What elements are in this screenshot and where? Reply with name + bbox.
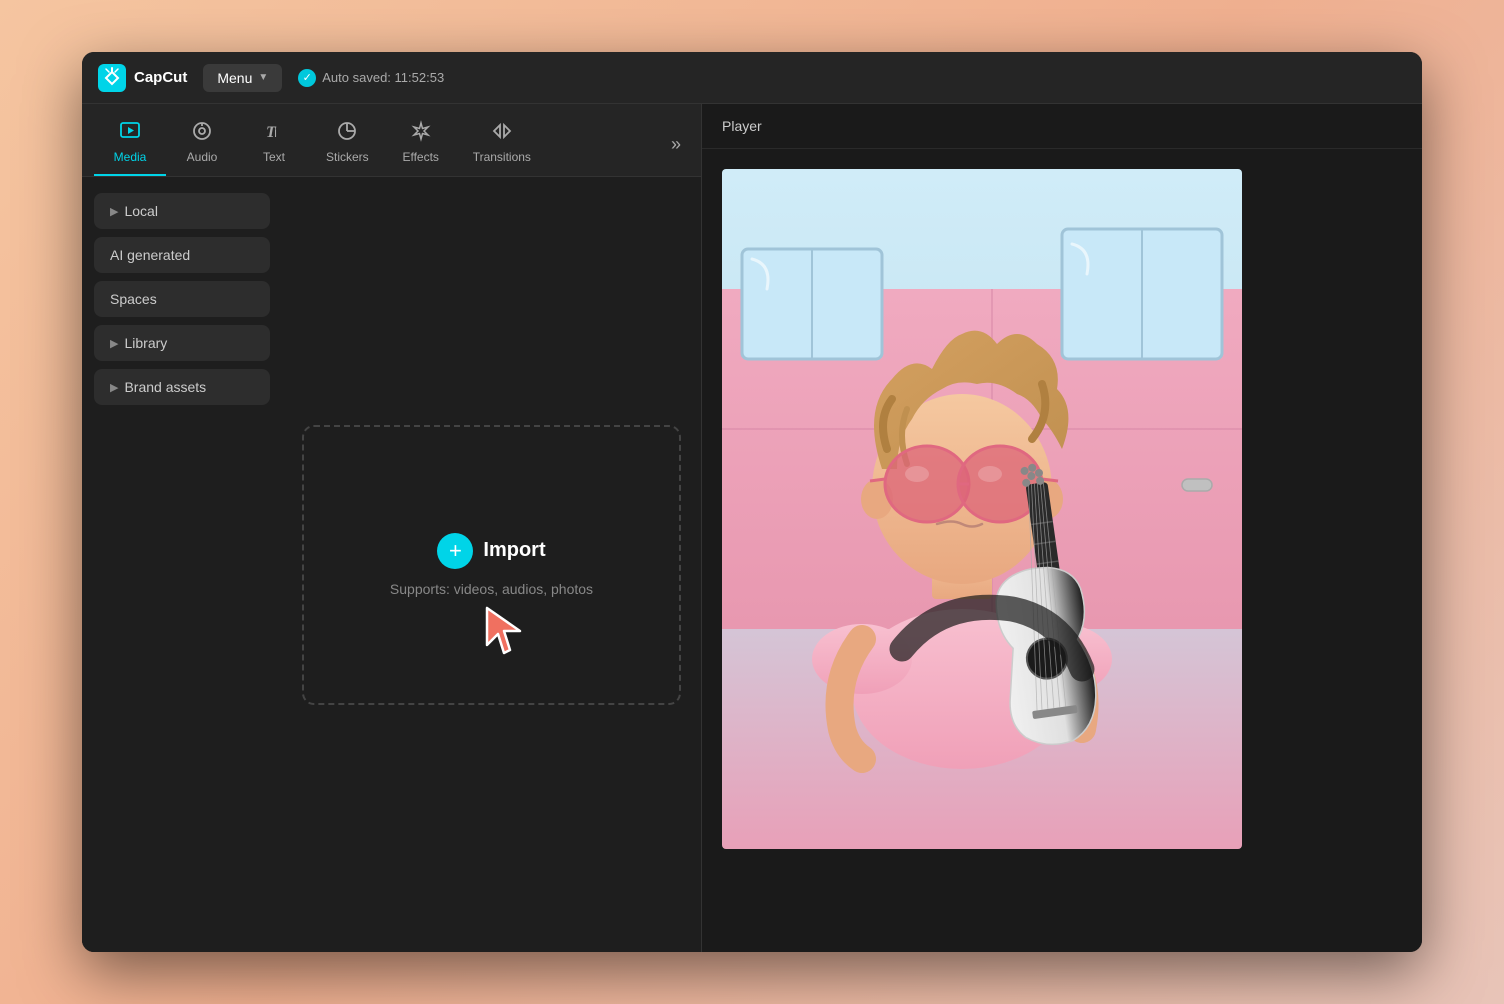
titlebar: CapCut Menu ▼ ✓ Auto saved: 11:52:53	[82, 52, 1422, 104]
svg-text:I: I	[274, 128, 277, 140]
main-content: Media Audio	[82, 104, 1422, 952]
stickers-tab-icon	[336, 120, 358, 146]
tab-audio[interactable]: Audio	[166, 112, 238, 176]
brand-assets-arrow-icon: ▶	[110, 381, 118, 394]
player-image	[722, 169, 1242, 849]
autosave-badge: ✓ Auto saved: 11:52:53	[298, 69, 444, 87]
tab-transitions-label: Transitions	[473, 150, 531, 164]
left-inner: ▶ Local AI generated Spaces ▶ Library	[82, 177, 701, 952]
tab-stickers[interactable]: Stickers	[310, 112, 385, 176]
logo-text: CapCut	[134, 69, 187, 86]
local-arrow-icon: ▶	[110, 205, 118, 218]
transitions-tab-icon	[491, 120, 513, 146]
right-panel: Player	[702, 104, 1422, 952]
autosave-text: Auto saved: 11:52:53	[322, 70, 444, 85]
import-label: Import	[483, 539, 545, 562]
import-button[interactable]: + Import	[437, 533, 545, 569]
sidebar-item-brand-assets[interactable]: ▶ Brand assets	[94, 369, 270, 405]
sidebar-item-spaces-label: Spaces	[110, 291, 157, 307]
menu-label: Menu	[217, 70, 252, 86]
sidebar-nav: ▶ Local AI generated Spaces ▶ Library	[82, 177, 282, 952]
tab-transitions[interactable]: Transitions	[457, 112, 547, 176]
tab-effects[interactable]: Effects	[385, 112, 457, 176]
import-area: + Import Supports: videos, audios, photo…	[282, 177, 701, 952]
player-header: Player	[702, 104, 1422, 149]
tab-media-label: Media	[114, 150, 147, 164]
import-subtitle: Supports: videos, audios, photos	[390, 581, 593, 597]
library-arrow-icon: ▶	[110, 337, 118, 350]
player-title: Player	[722, 118, 762, 134]
logo-area: CapCut	[98, 64, 187, 92]
sidebar-item-brand-assets-label: Brand assets	[124, 379, 206, 395]
capcut-logo-icon	[98, 64, 126, 92]
sidebar-item-spaces[interactable]: Spaces	[94, 281, 270, 317]
player-content	[702, 149, 1422, 952]
app-window: CapCut Menu ▼ ✓ Auto saved: 11:52:53	[82, 52, 1422, 952]
tab-stickers-label: Stickers	[326, 150, 369, 164]
tab-audio-label: Audio	[187, 150, 218, 164]
tab-text-label: Text	[263, 150, 285, 164]
tab-text[interactable]: T I Text	[238, 112, 310, 176]
import-plus-symbol: +	[449, 538, 462, 564]
text-tab-icon: T I	[263, 120, 285, 146]
menu-chevron-icon: ▼	[258, 72, 268, 83]
cursor-pointer-icon	[482, 603, 532, 663]
sidebar-item-local-label: Local	[124, 203, 157, 219]
menu-button[interactable]: Menu ▼	[203, 64, 282, 92]
tab-effects-label: Effects	[402, 150, 438, 164]
sidebar-item-local[interactable]: ▶ Local	[94, 193, 270, 229]
sidebar-item-ai-label: AI generated	[110, 247, 190, 263]
toolbar-tabs: Media Audio	[82, 104, 701, 177]
audio-tab-icon	[191, 120, 213, 146]
tab-media[interactable]: Media	[94, 112, 166, 176]
import-plus-icon: +	[437, 533, 473, 569]
sidebar-item-library[interactable]: ▶ Library	[94, 325, 270, 361]
autosave-check-icon: ✓	[298, 69, 316, 87]
media-tab-icon	[119, 120, 141, 146]
sidebar-item-library-label: Library	[124, 335, 167, 351]
import-dropzone[interactable]: + Import Supports: videos, audios, photo…	[302, 425, 681, 705]
player-scene-svg	[722, 169, 1242, 849]
tab-more-button[interactable]: »	[663, 126, 689, 163]
effects-tab-icon	[410, 120, 432, 146]
left-panel: Media Audio	[82, 104, 702, 952]
sidebar-item-ai-generated[interactable]: AI generated	[94, 237, 270, 273]
